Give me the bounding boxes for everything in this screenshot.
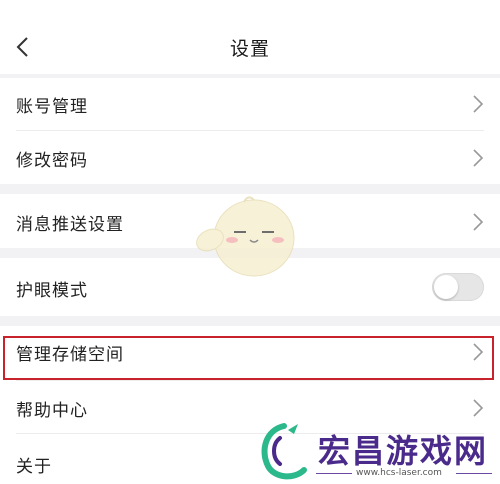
chevron-right-icon: [473, 399, 484, 417]
settings-group-account: 账号管理 修改密码: [0, 78, 500, 184]
watermark-brand: 宏昌游戏网: [318, 432, 489, 470]
account-management-row[interactable]: 账号管理: [0, 78, 500, 130]
watermark-url: www.hcs-laser.com: [356, 468, 442, 478]
push-settings-label: 消息推送设置: [16, 215, 124, 235]
chevron-right-icon: [473, 95, 484, 113]
help-center-label: 帮助中心: [16, 401, 88, 421]
chevron-right-icon: [473, 149, 484, 167]
watermark-line: [456, 473, 492, 474]
watermark: 宏昌游戏网 www.hcs-laser.com: [248, 420, 500, 484]
chevron-right-icon: [473, 213, 484, 231]
toggle-knob: [434, 275, 458, 299]
highlight-box: [3, 336, 494, 380]
app-header: 设置: [0, 0, 500, 74]
watermark-logo-icon: [261, 423, 307, 480]
eye-mode-toggle[interactable]: [432, 273, 484, 301]
change-password-row[interactable]: 修改密码: [0, 131, 500, 184]
watermark-line: [316, 473, 352, 474]
about-label: 关于: [16, 457, 52, 477]
account-management-label: 账号管理: [16, 97, 88, 117]
eye-mode-label: 护眼模式: [16, 281, 88, 301]
change-password-label: 修改密码: [16, 151, 88, 171]
mascot-icon: [196, 196, 295, 277]
page-title: 设置: [229, 38, 270, 60]
